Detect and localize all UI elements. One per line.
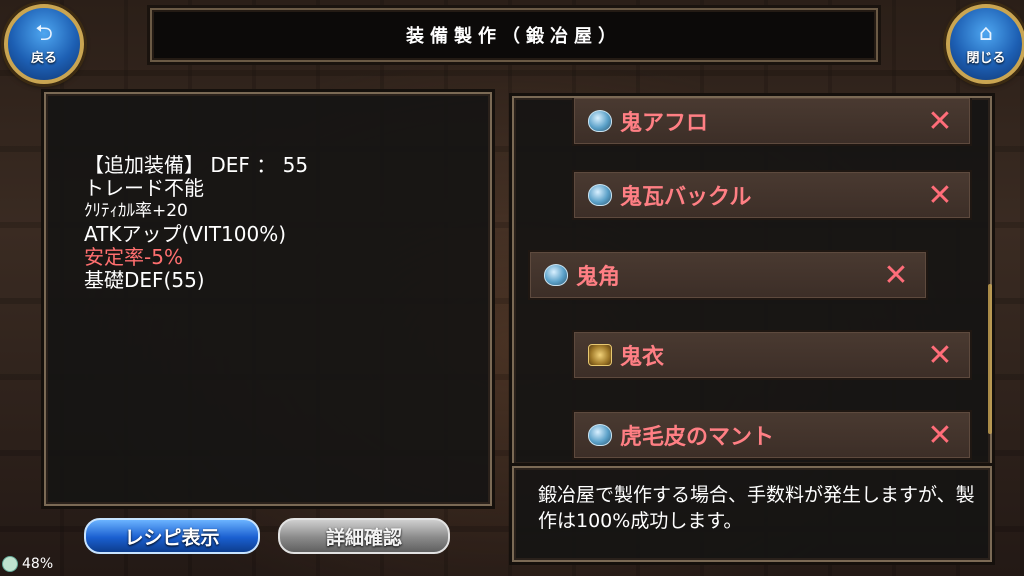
helmet-icon (544, 264, 568, 286)
detail-button[interactable]: 詳細確認 (278, 518, 450, 554)
battery-percent: 48% (22, 556, 54, 572)
return-arrow-icon: ⮌ (35, 20, 53, 46)
item-name: 鬼瓦バックル (620, 185, 752, 210)
item-name: 鬼角 (576, 265, 621, 290)
detail-line-trade: トレード不能 (84, 176, 204, 200)
detail-line-basedef: 基礎DEF(55) (84, 268, 205, 292)
home-icon: ⌂ (979, 20, 993, 46)
unavailable-mark: ✕ (927, 337, 953, 373)
unavailable-mark: ✕ (927, 177, 953, 213)
battery-status: 48% (2, 556, 53, 572)
list-item[interactable]: 鬼瓦バックル ✕ (572, 170, 972, 220)
item-name: 虎毛皮のマント (620, 425, 775, 450)
back-label: 戻る (30, 50, 57, 66)
item-list-panel[interactable]: 鬼アフロ ✕ 鬼瓦バックル ✕ 鬼角 ✕ 鬼衣 ✕ 虎毛皮のマント ✕ (512, 96, 992, 466)
unavailable-mark: ✕ (927, 103, 953, 139)
detail-line-stability: 安定率-5% (84, 245, 183, 269)
battery-icon (2, 556, 18, 572)
close-label: 閉じる (966, 50, 1006, 66)
detail-panel: 【追加装備】 DEF ： 55 トレード不能 ｸﾘﾃｨｶﾙ率+20 ATKアップ… (44, 92, 492, 506)
list-item[interactable]: 鬼衣 ✕ (572, 330, 972, 380)
list-item[interactable]: 鬼アフロ ✕ (572, 98, 972, 146)
list-item[interactable]: 虎毛皮のマント ✕ (572, 410, 972, 460)
unavailable-mark: ✕ (883, 257, 909, 293)
page-title: 装備製作（鍛冶屋） (406, 26, 622, 47)
detail-line-critical: ｸﾘﾃｨｶﾙ率+20 (84, 201, 188, 221)
cape-icon (588, 424, 612, 446)
back-button[interactable]: ⮌ 戻る (4, 4, 84, 84)
message-panel: 鍛冶屋で製作する場合、手数料が発生しますが、製作は100%成功します。 (512, 466, 992, 562)
detail-text: 【追加装備】 DEF ： 55 トレード不能 ｸﾘﾃｨｶﾙ率+20 ATKアップ… (84, 154, 308, 292)
close-button[interactable]: ⌂ 閉じる (946, 4, 1024, 84)
title-bar: 装備製作（鍛冶屋） (150, 8, 878, 62)
detail-line-atk: ATKアップ(VIT100%) (84, 222, 287, 246)
list-item-selected[interactable]: 鬼角 ✕ (528, 250, 928, 300)
item-name: 鬼アフロ (620, 111, 709, 136)
message-text: 鍛冶屋で製作する場合、手数料が発生しますが、製作は100%成功します。 (538, 484, 975, 532)
recipe-button[interactable]: レシピ表示 (84, 518, 260, 554)
helmet-icon (588, 184, 612, 206)
unavailable-mark: ✕ (927, 417, 953, 453)
helmet-icon (588, 110, 612, 132)
detail-line-type: 【追加装備】 DEF ： 55 (84, 153, 309, 177)
item-name: 鬼衣 (620, 345, 665, 370)
list-scrollbar[interactable] (988, 284, 992, 434)
armor-icon (588, 344, 612, 366)
